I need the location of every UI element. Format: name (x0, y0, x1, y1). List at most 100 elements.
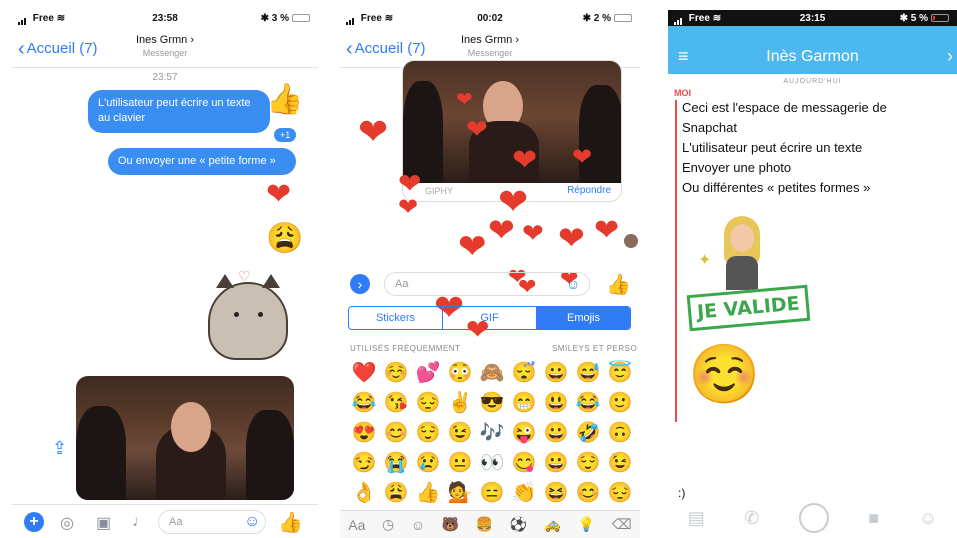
gif-message[interactable] (76, 376, 294, 500)
emoji-key[interactable]: 😳 (444, 360, 476, 390)
emoji-grid: ❤️ ☺️ 💕 😳 🙈 😴 😀 😅 😇 😂 😘 😔 ✌️ 😎 😁 😃 😂 🙂 😍 😊 😌 😉 🎶 😜 😀 🤣 🙃 😏 😭 😢 😐 👀 😋 😀 😌 😉 👌… (348, 360, 640, 510)
emoji-key[interactable]: 🙈 (476, 360, 508, 390)
emoji-key[interactable]: 😋 (508, 450, 540, 480)
emoji-key[interactable]: 🙃 (604, 420, 636, 450)
gallery-icon[interactable]: ▤ (688, 508, 705, 529)
emoji-key[interactable]: 💁 (444, 480, 476, 510)
thumbs-up-sticker[interactable]: 👍 (266, 82, 303, 117)
emoji-icon[interactable]: ☺ (244, 513, 260, 531)
emoji-key[interactable]: 😴 (508, 360, 540, 390)
burger-icon[interactable]: 🍔 (476, 516, 493, 533)
emoji-key[interactable]: 😜 (508, 420, 540, 450)
share-icon[interactable]: ⇪ (52, 438, 67, 459)
message-bubble[interactable]: L'utilisateur peut écrire un texte au cl… (88, 90, 270, 133)
emoji-key[interactable]: 🎶 (476, 420, 508, 450)
camera-icon[interactable]: ◎ (60, 513, 74, 533)
tab-stickers[interactable]: Stickers (349, 307, 443, 329)
snapchat-conversation-panel: Free ≋ 23:15 ✱ 5 % ≡ Inès Garmon › AUJOU… (668, 10, 957, 538)
delete-icon[interactable]: ⌫ (612, 516, 632, 533)
emoji-key[interactable]: 👌 (348, 480, 380, 510)
photo-icon[interactable]: ▣ (96, 513, 111, 533)
emoji-key[interactable]: 🤣 (572, 420, 604, 450)
emoji-key[interactable]: 😎 (476, 390, 508, 420)
tab-gif[interactable]: GIF (443, 307, 537, 329)
camera-shutter-button[interactable] (798, 503, 829, 533)
emoji-key[interactable]: 😏 (348, 450, 380, 480)
phone-icon[interactable]: ✆ (744, 508, 759, 529)
emoji-key[interactable]: 😊 (572, 480, 604, 510)
emoji-key[interactable]: 😇 (604, 360, 636, 390)
emoji-key[interactable]: 😃 (540, 390, 572, 420)
tab-emojis[interactable]: Emojis (537, 307, 630, 329)
message-bubble[interactable]: Ou envoyer une « petite forme » (108, 148, 296, 176)
smiley-icon[interactable]: ☺ (411, 517, 425, 533)
battery-percent: 5 % (910, 13, 928, 24)
battery-indicator: ✱ 5 % (900, 13, 949, 24)
emoji-key[interactable]: 😊 (380, 420, 412, 450)
emoji-key[interactable]: 😍 (348, 420, 380, 450)
emoji-key[interactable]: 😂 (572, 390, 604, 420)
emoji-key[interactable]: ☺️ (380, 360, 412, 390)
plus-icon[interactable]: + (24, 512, 44, 532)
emoji-key[interactable]: 😔 (412, 390, 444, 420)
emoji-key[interactable]: 😭 (380, 450, 412, 480)
emoji-key[interactable]: ✌️ (444, 390, 476, 420)
je-valide-sticker[interactable]: JE VALIDE (686, 284, 811, 332)
emoji-key[interactable]: 😁 (508, 390, 540, 420)
emoji-key[interactable]: 😢 (412, 450, 444, 480)
emoji-key[interactable]: 😩 (380, 480, 412, 510)
emoji-key[interactable]: 😂 (348, 390, 380, 420)
emoji-key[interactable]: 😀 (540, 450, 572, 480)
emoji-key[interactable]: 😌 (572, 450, 604, 480)
emoji-key[interactable]: 👀 (476, 450, 508, 480)
emoji-key[interactable]: 💕 (412, 360, 444, 390)
snapchat-header: Free ≋ 23:15 ✱ 5 % ≡ Inès Garmon › (668, 10, 957, 74)
emoji-key[interactable]: 👏 (508, 480, 540, 510)
chevron-right-icon: › (190, 34, 195, 46)
bulb-icon[interactable]: 💡 (578, 516, 595, 533)
emoji-key[interactable]: 😅 (572, 360, 604, 390)
section-label-frequent: UTILISÉS FRÉQUEMMENT (350, 344, 461, 353)
like-button[interactable]: 👍 (606, 272, 631, 297)
emoji-key[interactable]: ❤️ (348, 360, 380, 390)
emoji-key[interactable]: 😀 (540, 420, 572, 450)
contact-name[interactable]: Ines Grmn › (340, 34, 640, 46)
weary-face-emoji[interactable]: 😩 (266, 224, 303, 254)
pusheen-cat-sticker[interactable] (208, 274, 288, 360)
smiling-face-emoji[interactable]: ☺️ (688, 346, 760, 404)
emoji-key[interactable]: 😆 (540, 480, 572, 510)
car-icon[interactable]: 🚕 (544, 516, 561, 533)
expand-icon[interactable]: › (350, 274, 370, 294)
emoji-toggle-icon[interactable]: ☺ (566, 276, 580, 292)
heart-sticker[interactable]: ❤ (266, 180, 291, 210)
emoji-key[interactable]: 👍 (412, 480, 444, 510)
emoji-key[interactable]: 😘 (380, 390, 412, 420)
ball-icon[interactable]: ⚽ (510, 516, 527, 533)
contact-name[interactable]: Ines Grmn › (12, 34, 318, 46)
microphone-icon[interactable]: ♩ (132, 513, 148, 531)
emoji-key[interactable]: 😌 (412, 420, 444, 450)
bluetooth-icon: ✱ (260, 13, 269, 24)
contact-name[interactable]: Inès Garmon (668, 48, 957, 66)
floating-heart-icon: ❤ (522, 218, 544, 248)
bitmoji-sticker[interactable] (714, 216, 770, 290)
emoji-key[interactable]: 😀 (540, 360, 572, 390)
reply-link[interactable]: Répondre (567, 185, 611, 196)
chevron-right-icon[interactable]: › (947, 46, 953, 67)
like-button[interactable]: 👍 (278, 510, 303, 535)
battery-percent: 3 % (271, 13, 289, 24)
emoji-key[interactable]: 😑 (476, 480, 508, 510)
emoji-key[interactable]: 🙂 (604, 390, 636, 420)
status-bar: Free ≋ 23:15 ✱ 5 % (668, 10, 957, 26)
message-input[interactable]: Aa (384, 272, 590, 296)
video-icon[interactable]: ■ (868, 508, 879, 529)
sticker-icon[interactable]: ☺ (919, 508, 937, 529)
emoji-key[interactable]: 😔 (604, 480, 636, 510)
clock-icon[interactable]: ◷ (382, 516, 394, 533)
keyboard-switch-button[interactable]: Aa (348, 517, 365, 533)
emoji-key[interactable]: 😐 (444, 450, 476, 480)
bear-icon[interactable]: 🐻 (442, 516, 459, 533)
emoji-key[interactable]: 😉 (604, 450, 636, 480)
avatar (624, 234, 638, 248)
emoji-key[interactable]: 😉 (444, 420, 476, 450)
